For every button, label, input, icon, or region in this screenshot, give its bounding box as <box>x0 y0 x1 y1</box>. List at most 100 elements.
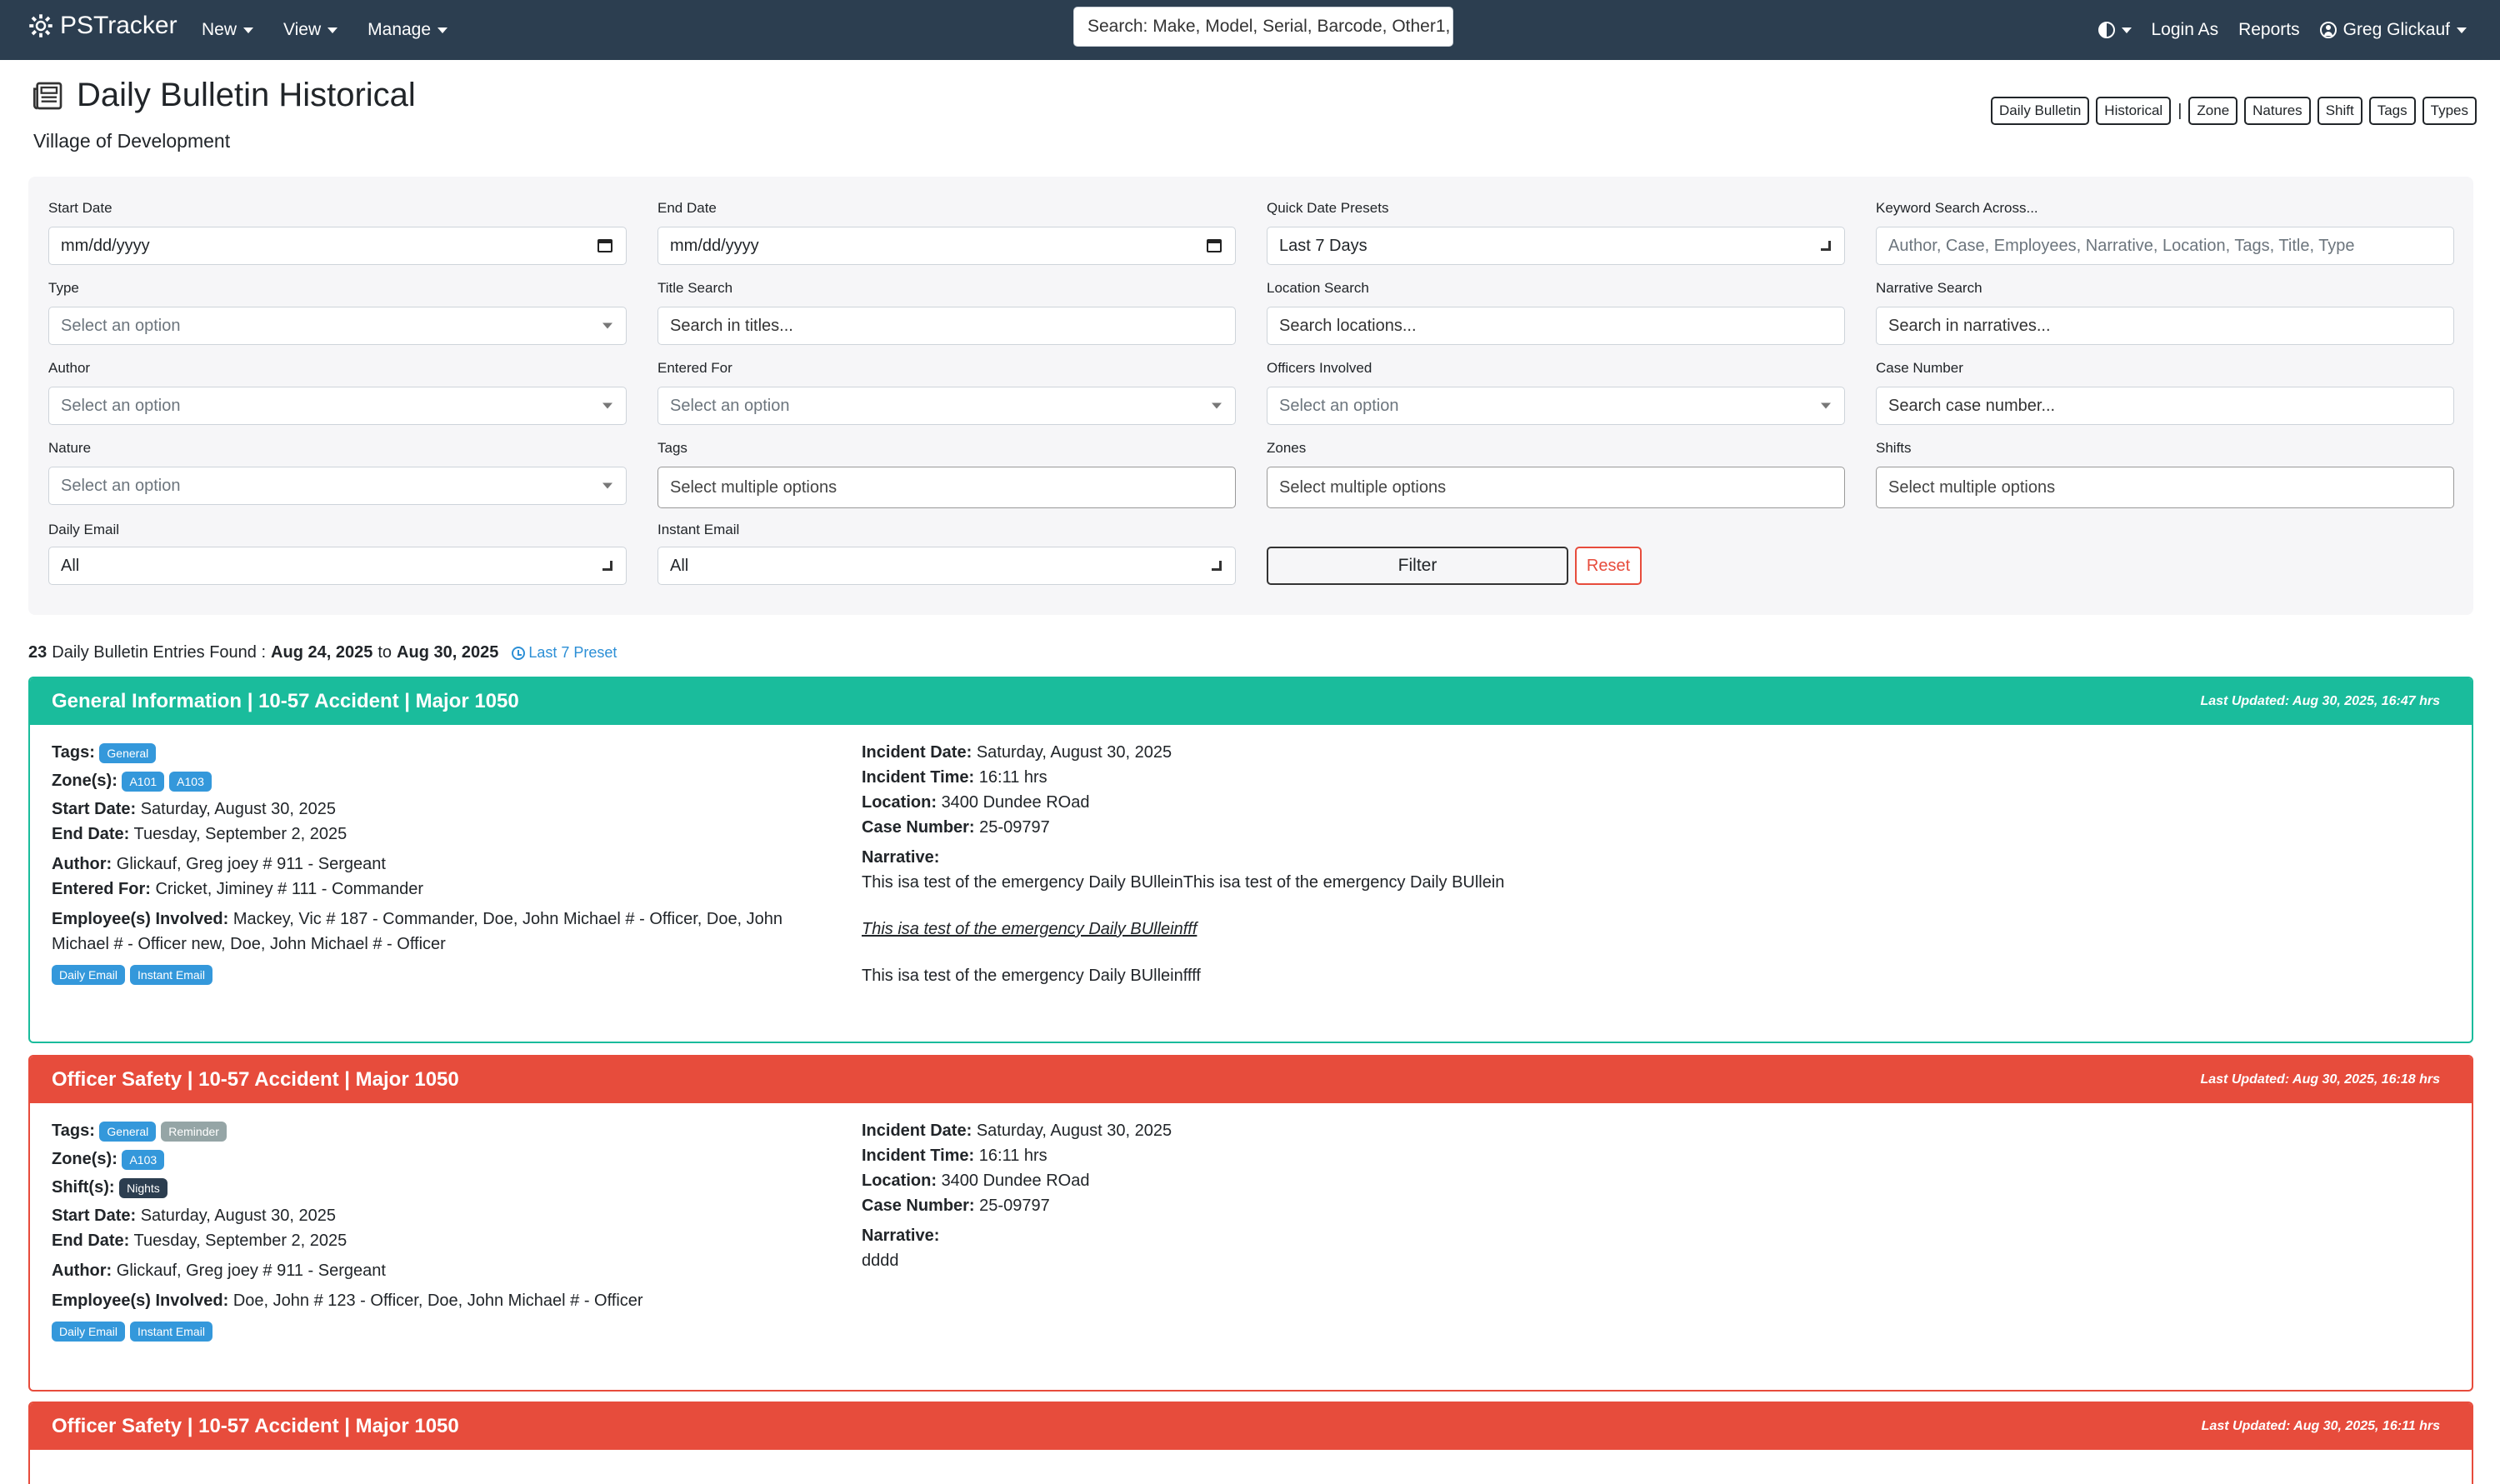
location-search-input[interactable]: Search locations... <box>1267 307 1845 345</box>
card-header[interactable]: Officer Safety | 10-57 Accident | Major … <box>30 1057 2472 1103</box>
calendar-icon[interactable] <box>1207 239 1222 252</box>
incident-date-label: Incident Date: <box>862 743 972 762</box>
daily-email-select[interactable]: All <box>48 547 627 585</box>
location-row: Location: 3400 Dundee ROad <box>862 1168 2428 1193</box>
author-row: Author: Glickauf, Greg joey # 911 - Serg… <box>52 1258 818 1283</box>
keyword-search-input[interactable]: Author, Case, Employees, Narrative, Loca… <box>1876 227 2454 265</box>
case-number-input[interactable]: Search case number... <box>1876 387 2454 425</box>
incident-date-row: Incident Date: Saturday, August 30, 2025 <box>862 1118 2428 1143</box>
narrative-search-input[interactable]: Search in narratives... <box>1876 307 2454 345</box>
employees-value: Doe, John # 123 - Officer, Doe, John Mic… <box>232 1292 643 1310</box>
start-date-label: Start Date <box>48 200 112 216</box>
tags-multiselect[interactable]: Select multiple options <box>658 467 1236 508</box>
incident-date-label: Incident Date: <box>862 1122 972 1140</box>
shifts-label: Shift(s): <box>52 1178 115 1197</box>
nature-label: Nature <box>48 440 92 456</box>
officers-select[interactable]: Select an option <box>1267 387 1845 425</box>
zones-label: Zone(s): <box>52 1150 118 1168</box>
incident-time-value: 16:11 hrs <box>978 768 1048 787</box>
location-row: Location: 3400 Dundee ROad <box>862 790 2428 815</box>
daily-email-label: Daily Email <box>48 522 120 537</box>
officers-placeholder: Select an option <box>1279 396 1399 415</box>
chevron-down-icon <box>1212 561 1222 571</box>
author-label: Author: <box>52 855 112 873</box>
link-daily-bulletin[interactable]: Daily Bulletin <box>1991 97 2090 125</box>
results-from-date: Aug 24, 2025 <box>271 643 373 662</box>
title-search-label: Title Search <box>658 280 733 296</box>
instant-email-value: All <box>670 556 689 575</box>
card-header[interactable]: General Information | 10-57 Accident | M… <box>30 678 2472 725</box>
presets-value: Last 7 Days <box>1279 236 1368 255</box>
reset-button[interactable]: Reset <box>1575 547 1642 585</box>
link-tags[interactable]: Tags <box>2368 97 2416 125</box>
start-date-value: mm/dd/yyyy <box>61 236 150 255</box>
presets-label: Quick Date Presets <box>1267 200 1389 216</box>
type-placeholder: Select an option <box>61 316 181 335</box>
presets-select[interactable]: Last 7 Days <box>1267 227 1845 265</box>
menu-manage-label: Manage <box>368 20 432 39</box>
filter-button[interactable]: Filter <box>1267 547 1568 585</box>
caret-down-icon <box>1212 402 1222 409</box>
author-select[interactable]: Select an option <box>48 387 627 425</box>
results-count: 23 <box>28 643 48 662</box>
reports-link[interactable]: Reports <box>2238 20 2300 40</box>
incident-date-row: Incident Date: Saturday, August 30, 2025 <box>862 740 2428 765</box>
login-as-link[interactable]: Login As <box>2152 20 2219 40</box>
zone-badge: A103 <box>122 1149 165 1170</box>
incident-time-label: Incident Time: <box>862 768 975 787</box>
narrative-para: This isa test of the emergency Daily BUl… <box>862 967 1201 985</box>
shifts-multiselect[interactable]: Select multiple options <box>1876 467 2454 508</box>
menu-new[interactable]: New <box>202 20 254 40</box>
link-historical[interactable]: Historical <box>2096 97 2172 125</box>
title-search-input[interactable]: Search in titles... <box>658 307 1236 345</box>
caret-down-icon <box>2121 27 2132 33</box>
brand-logo[interactable]: PSTracker <box>28 12 178 40</box>
link-zone[interactable]: Zone <box>2188 97 2238 125</box>
caret-down-icon <box>243 27 254 33</box>
employees-label: Employee(s) Involved: <box>52 910 229 928</box>
calendar-icon[interactable] <box>598 239 612 252</box>
start-date-input[interactable]: mm/dd/yyyy <box>48 227 627 265</box>
start-date-row: Start Date: Saturday, August 30, 2025 <box>52 1203 818 1228</box>
case-number-row: Case Number: 25-09797 <box>862 1193 2428 1218</box>
narrative-label-row: Narrative: <box>862 845 2428 870</box>
entered-for-row: Entered For: Cricket, Jiminey # 111 - Co… <box>52 877 818 902</box>
global-search-input[interactable]: Search: Make, Model, Serial, Barcode, Ot… <box>1073 7 1453 47</box>
link-shift[interactable]: Shift <box>2317 97 2362 125</box>
start-date-value: Saturday, August 30, 2025 <box>140 1207 336 1225</box>
preset-link[interactable]: Last 7 Preset <box>512 644 617 662</box>
menu-view-label: View <box>283 20 322 39</box>
zones-multiselect[interactable]: Select multiple options <box>1267 467 1845 508</box>
case-number-label: Case Number: <box>862 818 975 837</box>
menu-manage[interactable]: Manage <box>368 20 448 40</box>
menu-view[interactable]: View <box>283 20 338 40</box>
menu-new-label: New <box>202 20 238 39</box>
instant-email-select[interactable]: All <box>658 547 1236 585</box>
instant-email-badge: Instant Email <box>130 964 212 985</box>
author-value: Glickauf, Greg joey # 911 - Sergeant <box>116 855 386 873</box>
entered-for-select[interactable]: Select an option <box>658 387 1236 425</box>
incident-date-value: Saturday, August 30, 2025 <box>976 743 1172 762</box>
theme-toggle[interactable] <box>2098 22 2132 38</box>
author-label: Author <box>48 360 91 376</box>
caret-down-icon <box>2457 27 2467 33</box>
user-menu[interactable]: Greg Glickauf <box>2319 20 2467 40</box>
zones-row: Zone(s): A103 <box>52 1147 818 1172</box>
gear-logo-icon <box>29 14 52 37</box>
link-natures[interactable]: Natures <box>2244 97 2311 125</box>
incident-time-value: 16:11 hrs <box>978 1147 1048 1165</box>
tag-badge: Reminder <box>161 1121 227 1142</box>
caret-down-icon <box>602 402 612 409</box>
nature-select[interactable]: Select an option <box>48 467 627 505</box>
narrative-para: dddd <box>862 1252 899 1270</box>
caret-down-icon <box>602 482 612 489</box>
link-types[interactable]: Types <box>2422 97 2477 125</box>
shifts-row: Shift(s): Nights <box>52 1175 818 1200</box>
end-date-input[interactable]: mm/dd/yyyy <box>658 227 1236 265</box>
zones-label: Zones <box>1267 440 1307 456</box>
author-placeholder: Select an option <box>61 396 181 415</box>
clock-icon <box>512 646 526 660</box>
author-label: Author: <box>52 1262 112 1280</box>
card-header[interactable]: Officer Safety | 10-57 Accident | Major … <box>30 1403 2472 1450</box>
type-select[interactable]: Select an option <box>48 307 627 345</box>
